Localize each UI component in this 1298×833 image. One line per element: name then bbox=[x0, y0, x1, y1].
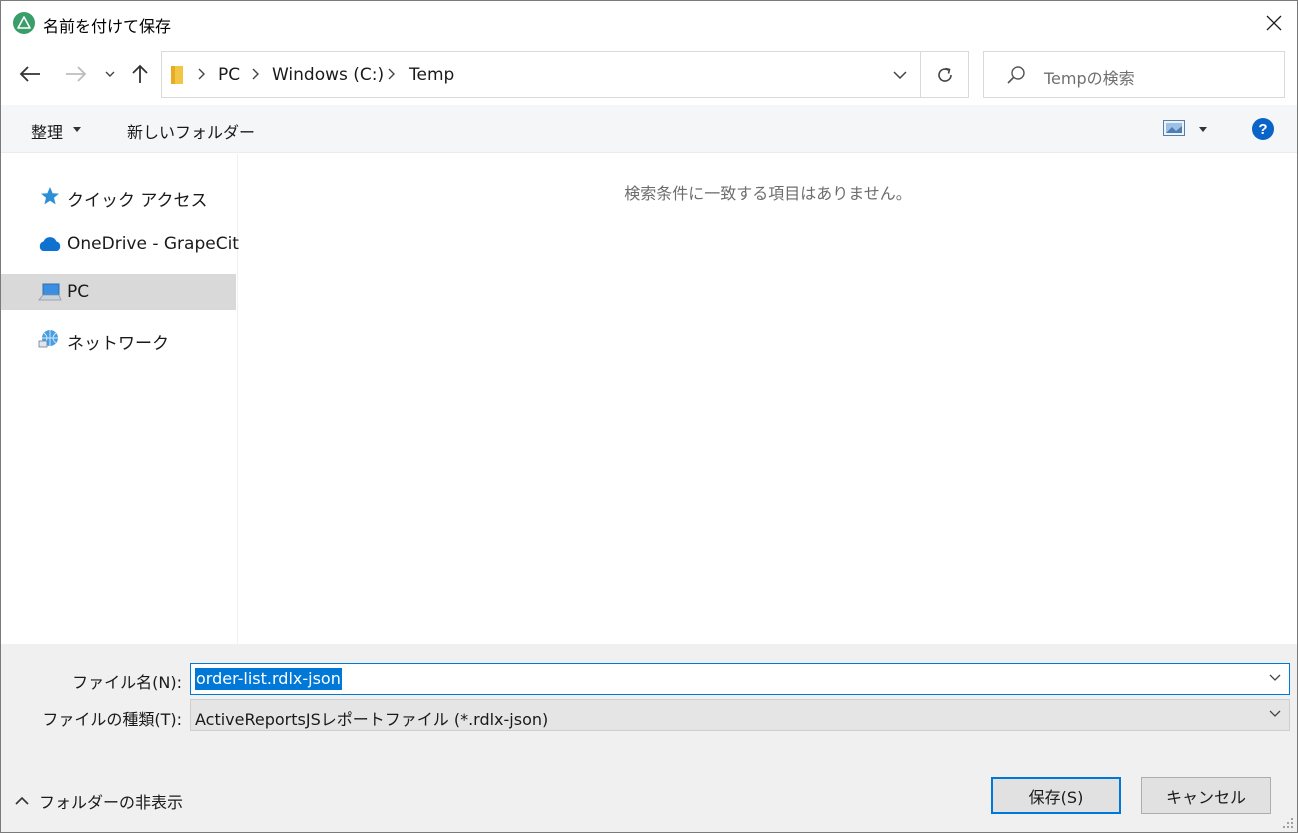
help-icon[interactable]: ? bbox=[1252, 118, 1274, 140]
recent-locations-button[interactable] bbox=[97, 60, 123, 88]
filetype-select[interactable]: ActiveReportsJSレポートファイル (*.rdlx-json) bbox=[190, 699, 1290, 731]
filetype-value: ActiveReportsJSレポートファイル (*.rdlx-json) bbox=[195, 710, 549, 729]
up-button[interactable] bbox=[127, 60, 153, 88]
chevron-up-icon bbox=[15, 797, 29, 805]
breadcrumb-pc[interactable]: PC bbox=[218, 65, 240, 85]
hide-folders-toggle[interactable]: フォルダーの非表示 bbox=[15, 789, 183, 813]
save-form-panel: ファイル名(N): order-list.rdlx-json ファイルの種類(T… bbox=[1, 644, 1297, 832]
search-placeholder: Tempの検索 bbox=[1044, 69, 1135, 88]
search-input[interactable]: Tempの検索 bbox=[983, 51, 1285, 98]
chevron-down-icon bbox=[893, 70, 907, 79]
sidebar-item-quick-access[interactable]: クイック アクセス bbox=[1, 178, 236, 214]
sidebar-item-label: ネットワーク bbox=[67, 334, 169, 354]
arrow-up-icon bbox=[132, 64, 148, 83]
chevron-down-icon[interactable] bbox=[1269, 674, 1281, 681]
sidebar-item-label: PC bbox=[67, 282, 90, 302]
arrow-right-icon bbox=[66, 66, 87, 82]
refresh-button[interactable] bbox=[920, 52, 968, 97]
forward-button[interactable] bbox=[63, 60, 89, 88]
refresh-icon bbox=[937, 67, 952, 82]
cloud-icon bbox=[39, 237, 61, 251]
window-title: 名前を付けて保存 bbox=[43, 17, 172, 36]
save-as-dialog: 名前を付けて保存 PC Windows (C:) Temp Tempの検索 整理… bbox=[0, 0, 1298, 833]
sidebar-item-onedrive[interactable]: OneDrive - GrapeCity bbox=[1, 226, 249, 262]
cancel-button[interactable]: キャンセル bbox=[1141, 777, 1271, 814]
filename-field[interactable]: order-list.rdlx-json bbox=[190, 663, 1290, 695]
save-button[interactable]: 保存(S) bbox=[991, 777, 1121, 814]
search-icon bbox=[1007, 66, 1025, 84]
chevron-down-icon bbox=[105, 71, 115, 77]
caret-down-icon bbox=[73, 127, 81, 132]
address-bar[interactable]: PC Windows (C:) Temp bbox=[161, 51, 969, 98]
sidebar-item-label: クイック アクセス bbox=[67, 191, 208, 211]
navigation-pane: クイック アクセス OneDrive - GrapeCity PC ネットワーク bbox=[1, 154, 249, 644]
filetype-label: ファイルの種類(T): bbox=[42, 710, 182, 729]
breadcrumb-temp[interactable]: Temp bbox=[409, 65, 454, 85]
resize-grip-icon[interactable] bbox=[1282, 817, 1294, 829]
filename-label: ファイル名(N): bbox=[72, 673, 182, 692]
sidebar-item-label: OneDrive - GrapeCity bbox=[67, 234, 250, 254]
sidebar-item-network[interactable]: ネットワーク bbox=[1, 321, 236, 357]
empty-message: 検索条件に一致する項目はありません。 bbox=[624, 184, 912, 203]
app-icon bbox=[13, 12, 35, 34]
chevron-right-icon bbox=[252, 68, 259, 80]
back-button[interactable] bbox=[17, 60, 43, 88]
computer-icon bbox=[38, 283, 62, 301]
organize-menu[interactable]: 整理 bbox=[31, 119, 63, 143]
sidebar-item-pc[interactable]: PC bbox=[1, 274, 236, 310]
hide-folders-label: フォルダーの非表示 bbox=[39, 793, 184, 812]
chevron-right-icon bbox=[388, 68, 395, 80]
view-options-icon[interactable] bbox=[1163, 120, 1185, 136]
caret-down-icon[interactable] bbox=[1199, 127, 1207, 132]
folder-icon bbox=[171, 66, 183, 84]
chevron-right-icon bbox=[198, 68, 205, 80]
navigation-row: PC Windows (C:) Temp Tempの検索 bbox=[1, 45, 1297, 105]
arrow-left-icon bbox=[19, 66, 40, 82]
title-bar: 名前を付けて保存 bbox=[1, 1, 1297, 45]
filename-value: order-list.rdlx-json bbox=[195, 668, 342, 690]
chevron-down-icon bbox=[1269, 710, 1281, 717]
new-folder-button[interactable]: 新しいフォルダー bbox=[127, 119, 255, 143]
network-icon bbox=[38, 330, 58, 348]
file-list[interactable]: 検索条件に一致する項目はありません。 bbox=[239, 154, 1297, 644]
star-icon bbox=[41, 187, 59, 205]
command-bar: 整理 新しいフォルダー ? bbox=[1, 105, 1297, 153]
address-history-dropdown[interactable] bbox=[880, 52, 920, 97]
breadcrumb-windows-c[interactable]: Windows (C:) bbox=[272, 65, 384, 85]
close-button[interactable] bbox=[1259, 9, 1289, 37]
close-icon bbox=[1266, 15, 1282, 31]
